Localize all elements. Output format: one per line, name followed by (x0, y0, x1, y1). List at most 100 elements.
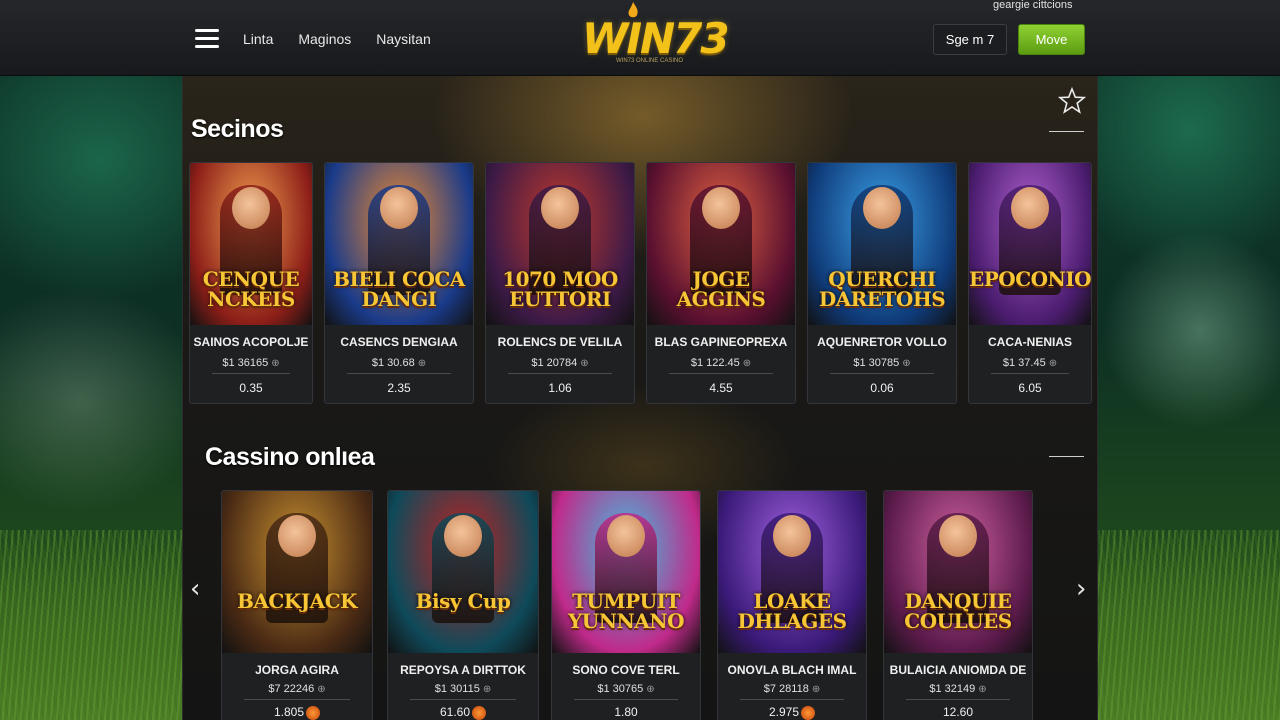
game-thumbnail[interactable]: JOGE AGGINS (647, 163, 795, 325)
game-thumbnail[interactable]: QUERCHI DARETOHS (808, 163, 956, 325)
game-art-title: Bisy Cup (415, 589, 511, 613)
game-price: $1 37.45 ⊕ (969, 357, 1091, 369)
game-card[interactable]: TUMPUIT YUNNANO SONO COVE TERL $1 30765 ⊕ 1.… (551, 490, 701, 720)
game-card[interactable]: JOGE AGGINS BLAS GAPINEOPREXA $1 122.45 ⊕ 4.… (646, 162, 796, 404)
game-odds-value: 4.55 (709, 381, 733, 395)
coin-icon: ⊕ (1048, 358, 1058, 369)
game-odds-value: 1.06 (548, 381, 572, 395)
game-thumbnail[interactable]: TUMPUIT YUNNANO (552, 491, 700, 653)
game-odds: 2.975 (718, 705, 866, 720)
game-name: AQUENRETOR VOLLO (817, 335, 947, 349)
game-odds-value: 6.05 (1018, 381, 1042, 395)
game-odds: 4.55 (647, 381, 795, 395)
coin-icon: ⊕ (317, 684, 326, 695)
game-card[interactable]: QUERCHI DARETOHS AQUENRETOR VOLLO $1 30785… (807, 162, 957, 404)
game-character-face (939, 515, 977, 557)
game-card[interactable]: Bisy Cup REPOYSA A DIRTTOK $1 30115 ⊕ 61.60 (387, 490, 539, 720)
coin-icon: ⊕ (417, 358, 427, 369)
nav-link-maginos[interactable]: Maginos (298, 31, 351, 47)
game-name: ROLENCS DE VELILA (497, 335, 623, 349)
chevron-right-icon[interactable]: › (1076, 574, 1086, 604)
card-divider (244, 699, 350, 700)
game-name: SAINOS ACOPOLJE (193, 335, 309, 349)
game-odds-value: 61.60 (439, 705, 471, 719)
game-odds: 12.60 (884, 705, 1032, 719)
section-title-secinos: Secinos (191, 115, 284, 143)
game-card[interactable]: CENQUE NCKEIS SAINOS ACOPOLJE $1 36165 ⊕ 0.3… (189, 162, 313, 404)
game-thumbnail[interactable]: LOAKE DHLAGES (718, 491, 866, 653)
card-divider (212, 373, 290, 374)
hamburger-icon[interactable] (195, 29, 219, 49)
game-thumbnail[interactable]: Bisy Cup (388, 491, 538, 653)
game-price: $1 32149 ⊕ (884, 683, 1032, 695)
game-price-value: $1 30785 (853, 357, 900, 369)
game-art-title: EPOCONIO (969, 267, 1091, 291)
game-card[interactable]: EPOCONIO CACA-NENIAS $1 37.45 ⊕ 6.05 (968, 162, 1092, 404)
game-odds: 61.60 (388, 705, 538, 720)
chip-icon (801, 705, 816, 720)
game-character-face (607, 515, 645, 557)
game-odds: 0.35 (190, 381, 312, 395)
game-card[interactable]: 1070 MOO EUTTORI ROLENCS DE VELILA $1 2078… (485, 162, 635, 404)
game-card[interactable]: DANQUIE COULUES BULAICIA ANIOMDA DE $1 321… (883, 490, 1033, 720)
site-logo[interactable]: WIN73 WIN73 ONLINE CASINO (582, 2, 730, 68)
game-character-face (444, 515, 482, 557)
game-price-value: $1 20784 (531, 357, 578, 369)
game-art-title: 1070 MOO EUTTORI (502, 267, 618, 311)
game-character-face (232, 187, 270, 229)
game-thumbnail[interactable]: CENQUE NCKEIS (190, 163, 312, 325)
chevron-left-icon[interactable]: ‹ (190, 574, 200, 604)
game-character-face (278, 515, 316, 557)
coin-icon: ⊕ (742, 358, 752, 369)
logo-text: WIN73 (582, 14, 730, 63)
game-art-title: CENQUE NCKEIS (202, 267, 300, 311)
game-price-value: $1 122.45 (690, 357, 740, 369)
nav-link-linta[interactable]: Linta (243, 31, 273, 47)
game-thumbnail[interactable]: 1070 MOO EUTTORI (486, 163, 634, 325)
game-thumbnail[interactable]: DANQUIE COULUES (884, 491, 1032, 653)
card-divider (991, 373, 1069, 374)
coin-icon: ⊕ (482, 684, 492, 695)
card-divider (906, 699, 1010, 700)
game-thumbnail[interactable]: BACKJACK (222, 491, 372, 653)
move-button[interactable]: Move (1018, 24, 1085, 55)
game-card[interactable]: BACKJACK JORGA AGIRA $7 22246 ⊕ 1.805 (221, 490, 373, 720)
game-art-title: QUERCHI DARETOHS (818, 267, 946, 311)
game-price: $1 30785 ⊕ (808, 357, 956, 369)
game-odds: 1.80 (552, 705, 700, 719)
game-price-value: $1 30115 (434, 683, 480, 695)
star-icon[interactable] (1058, 87, 1086, 115)
game-price: $1 30765 ⊕ (552, 683, 700, 695)
game-art-title: DANQUIE COULUES (904, 589, 1012, 633)
game-name: BULAICIA ANIOMDA DE (889, 663, 1027, 677)
game-price: $1 36165 ⊕ (190, 357, 312, 369)
sign-in-button[interactable]: Sge m 7 (933, 24, 1007, 55)
game-name: CASENCS DENGIAA (340, 335, 458, 349)
game-odds: 0.06 (808, 381, 956, 395)
game-card[interactable]: LOAKE DHLAGES ONOVLA BLACH IMAL $7 28118 ⊕ 2… (717, 490, 867, 720)
coin-icon: ⊕ (580, 358, 589, 369)
game-art-title: BIELI COCA DANGI (333, 267, 465, 311)
game-price-value: $1 30765 (597, 683, 644, 695)
nav-link-naysitan[interactable]: Naysitan (376, 31, 430, 47)
game-odds-value: 12.60 (942, 705, 974, 719)
game-name: BLAS GAPINEOPREXA (654, 335, 788, 349)
game-name: JORGA AGIRA (255, 663, 339, 677)
header-promo-text[interactable]: geargie cittcions (993, 0, 1073, 11)
game-odds: 6.05 (969, 381, 1091, 395)
game-odds: 1.805 (222, 705, 372, 720)
logo-tagline: WIN73 ONLINE CASINO (616, 58, 684, 64)
game-thumbnail[interactable]: BIELI COCA DANGI (325, 163, 473, 325)
coin-icon: ⊕ (811, 684, 821, 695)
section-title-cassino: Cassino onlıea (205, 443, 375, 471)
card-divider (830, 373, 934, 374)
title-divider (1049, 131, 1084, 132)
game-character-face (863, 187, 901, 229)
game-art-title: JOGE AGGINS (676, 267, 766, 311)
game-card[interactable]: BIELI COCA DANGI CASENCS DENGIAA $1 30.68 ⊕… (324, 162, 474, 404)
game-thumbnail[interactable]: EPOCONIO (969, 163, 1091, 325)
game-price-value: $1 36165 (222, 357, 269, 369)
chip-icon (306, 705, 321, 720)
game-price: $1 122.45 ⊕ (647, 357, 795, 369)
coin-icon: ⊕ (978, 684, 987, 695)
